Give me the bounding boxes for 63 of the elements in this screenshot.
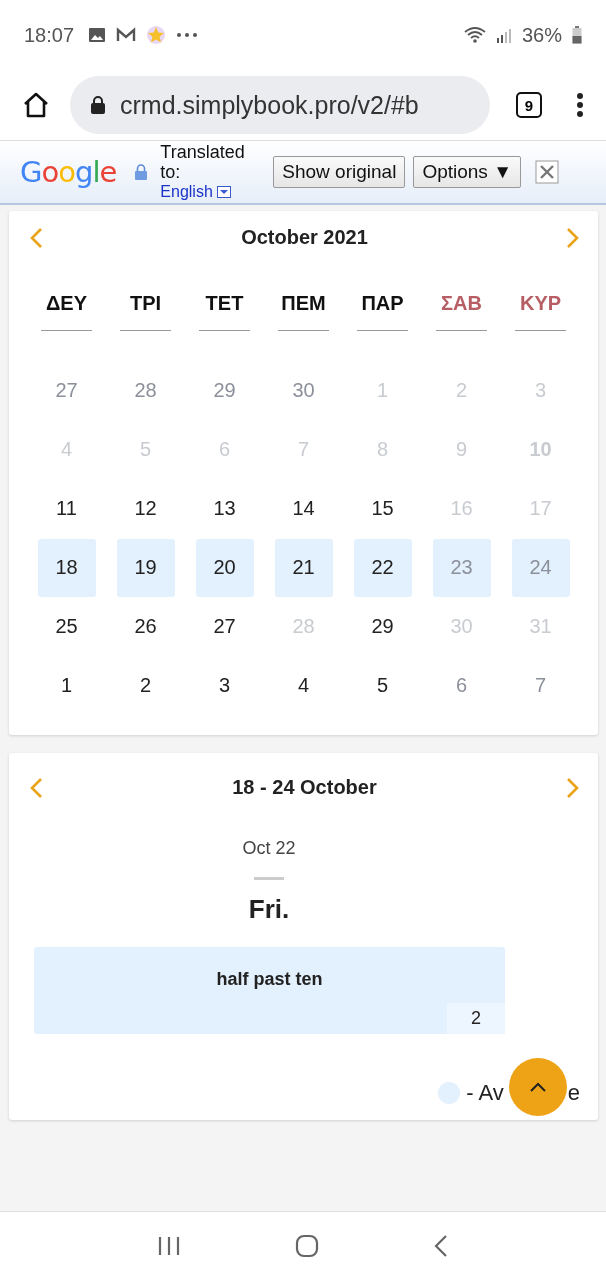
calendar-day[interactable]: 15: [353, 479, 412, 538]
show-original-button[interactable]: Show original: [273, 156, 406, 188]
more-icon: [176, 32, 199, 38]
battery-icon: [572, 26, 582, 44]
chevron-up-icon: [529, 1082, 547, 1092]
day-name: Fri.: [248, 894, 290, 925]
weekday-label: ΚΥΡ: [519, 292, 562, 315]
translated-label: Translated to:: [160, 142, 246, 182]
wifi-icon: [463, 26, 486, 44]
calendar-day[interactable]: 14: [274, 479, 333, 538]
google-logo: Google: [20, 155, 117, 189]
calendar-day[interactable]: 11: [37, 479, 96, 538]
calendar-day[interactable]: 4: [274, 656, 333, 715]
legend-text: e: [567, 1080, 580, 1106]
lock-icon: [134, 163, 149, 181]
weekday-label: ΤΡΙ: [129, 292, 162, 315]
weekday-label: ΔΕΥ: [45, 292, 88, 315]
lock-icon: [90, 95, 106, 115]
calendar-day[interactable]: 13: [195, 479, 254, 538]
home-icon[interactable]: [22, 91, 50, 119]
calendar-day[interactable]: 3: [195, 656, 254, 715]
address-field[interactable]: crmd.simplybook.pro/v2/#b: [70, 76, 490, 134]
slot-time: half past ten: [216, 969, 323, 991]
calendar-day[interactable]: 25: [37, 597, 96, 656]
back-icon[interactable]: [433, 1234, 449, 1258]
calendar-day[interactable]: 2: [116, 656, 175, 715]
weekday-label: ΠΕΜ: [281, 292, 326, 315]
calendar-day[interactable]: 20: [195, 538, 254, 597]
menu-icon[interactable]: [576, 92, 584, 118]
mail-icon: [116, 27, 137, 43]
calendar-day[interactable]: 22: [353, 538, 412, 597]
calendar-day[interactable]: 27: [195, 597, 254, 656]
weekday-label: ΣΑΒ: [441, 292, 482, 315]
time-slot[interactable]: half past ten 2: [34, 947, 505, 1034]
battery-level: 36%: [521, 23, 562, 47]
scroll-up-button[interactable]: [509, 1058, 567, 1116]
signal-icon: [495, 26, 512, 44]
calendar-day[interactable]: 1: [37, 656, 96, 715]
calendar-day[interactable]: 21: [274, 538, 333, 597]
slot-count: 2: [447, 1003, 505, 1034]
calendar-day[interactable]: 18: [37, 538, 96, 597]
calendar-day[interactable]: 26: [116, 597, 175, 656]
language-link[interactable]: English: [160, 182, 266, 202]
tab-count-button[interactable]: 9: [516, 92, 542, 118]
image-icon: [88, 27, 107, 43]
calendar-day[interactable]: 29: [353, 597, 412, 656]
legend-text: - Av: [466, 1080, 504, 1106]
legend-dot: [438, 1082, 461, 1104]
day-date: Oct 22: [242, 838, 296, 859]
month-title: October 2021: [241, 226, 368, 249]
calendar-day[interactable]: 5: [353, 656, 412, 715]
weekday-label: ΤΕΤ: [205, 292, 244, 315]
calendar-day[interactable]: 19: [116, 538, 175, 597]
weekday-label: ΠΑΡ: [361, 292, 404, 315]
status-time: 18:07: [24, 23, 75, 47]
star-icon: [146, 25, 167, 45]
recent-apps-icon[interactable]: [157, 1235, 181, 1257]
options-button[interactable]: Options ▼: [413, 156, 521, 188]
close-icon[interactable]: [534, 160, 559, 184]
dropdown-icon: [216, 186, 231, 198]
home-button-icon[interactable]: [295, 1234, 319, 1258]
week-title: 18 - 24 October: [232, 776, 377, 799]
calendar-day[interactable]: 12: [116, 479, 175, 538]
